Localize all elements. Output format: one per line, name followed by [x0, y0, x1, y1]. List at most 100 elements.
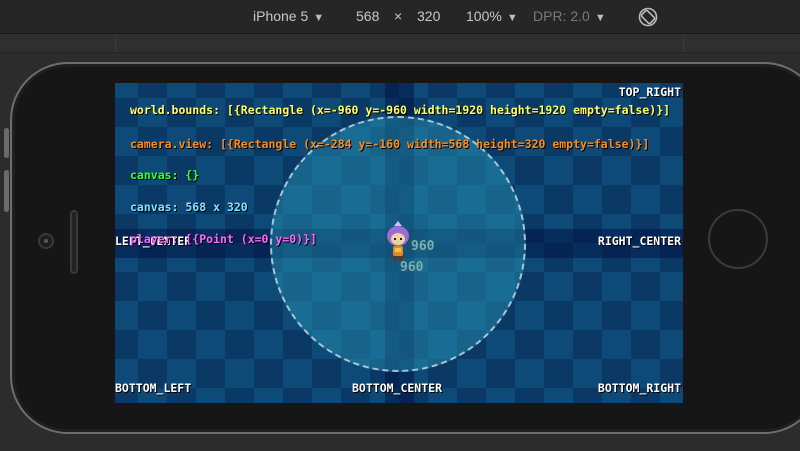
world-tile — [573, 301, 602, 330]
player-sprite — [387, 221, 409, 261]
home-button[interactable] — [708, 209, 768, 269]
world-tile — [196, 83, 225, 98]
world-tile — [196, 156, 225, 185]
world-tile — [196, 359, 225, 388]
world-tile — [486, 83, 515, 98]
world-tile — [225, 330, 254, 359]
label-right-center: RIGHT_CENTER — [597, 234, 681, 248]
world-size-number: 960 — [411, 239, 435, 254]
world-tile — [631, 185, 660, 214]
world-tile — [573, 156, 602, 185]
world-tile — [486, 359, 515, 388]
world-tile — [660, 156, 683, 185]
world-tile — [486, 330, 515, 359]
world-tile — [312, 83, 341, 98]
world-tile — [225, 83, 254, 98]
world-tile — [515, 83, 544, 98]
world-tile — [225, 388, 254, 403]
game-canvas[interactable]: TOP_RIGHT LEFT_CENTER RIGHT_CENTER BOTTO… — [115, 83, 683, 403]
world-tile — [544, 330, 573, 359]
world-tile — [254, 330, 283, 359]
world-tile — [631, 301, 660, 330]
world-tile — [312, 388, 341, 403]
width-field[interactable]: 568 — [356, 8, 379, 24]
world-tile — [138, 330, 167, 359]
speaker-grille — [70, 210, 78, 274]
world-tile — [544, 156, 573, 185]
world-tile — [544, 388, 573, 403]
mute-switch — [4, 128, 9, 158]
world-tile — [515, 359, 544, 388]
zoom-select-label: 100% — [466, 8, 502, 24]
dpr-select[interactable]: DPR: 2.0 ▼ — [533, 8, 606, 24]
world-tile — [602, 330, 631, 359]
world-tile — [254, 156, 283, 185]
chevron-down-icon: ▼ — [506, 12, 518, 24]
world-tile — [457, 359, 486, 388]
world-tile — [115, 330, 138, 359]
world-tile — [631, 330, 660, 359]
world-tile — [660, 185, 683, 214]
world-tile — [515, 388, 544, 403]
world-tile — [660, 330, 683, 359]
debug-camera-view: camera.view: [{Rectangle (x=-284 y=-160 … — [130, 137, 650, 151]
world-tile — [631, 272, 660, 301]
debug-player: player: [{Point (x=0 y=0)}] — [130, 232, 317, 246]
chevron-down-icon: ▼ — [313, 12, 325, 24]
rotate-icon[interactable] — [637, 6, 659, 28]
world-tile — [457, 388, 486, 403]
zoom-select[interactable]: 100% ▼ — [466, 8, 518, 24]
world-tile — [225, 272, 254, 301]
world-tile — [254, 83, 283, 98]
debug-canvas-size: canvas: 568 x 320 — [130, 200, 248, 214]
world-tile — [115, 83, 138, 98]
device-select[interactable]: iPhone 5 ▼ — [253, 8, 324, 24]
world-tile — [573, 185, 602, 214]
volume-up-button — [4, 170, 9, 212]
world-tile — [573, 83, 602, 98]
world-tile — [602, 272, 631, 301]
world-tile — [312, 359, 341, 388]
world-tile — [225, 301, 254, 330]
world-tile — [544, 301, 573, 330]
world-tile — [486, 388, 515, 403]
world-tile — [254, 388, 283, 403]
device-toolbar: iPhone 5 ▼ 568 × 320 100% ▼ DPR: 2.0 ▼ — [0, 0, 800, 34]
dimension-separator: × — [394, 8, 403, 24]
world-tile — [544, 83, 573, 98]
world-tile — [428, 83, 457, 98]
label-top-right: TOP_RIGHT — [618, 85, 681, 99]
world-tile — [115, 301, 138, 330]
world-tile — [515, 156, 544, 185]
world-tile — [660, 272, 683, 301]
world-tile — [254, 301, 283, 330]
world-tile — [167, 330, 196, 359]
world-tile — [138, 83, 167, 98]
chevron-down-icon: ▼ — [594, 12, 606, 24]
world-tile — [573, 272, 602, 301]
world-tile — [515, 301, 544, 330]
world-tile — [341, 83, 370, 98]
world-tile — [544, 185, 573, 214]
world-tile — [515, 330, 544, 359]
world-tile — [196, 272, 225, 301]
world-tile — [225, 156, 254, 185]
height-field[interactable]: 320 — [417, 8, 440, 24]
label-bottom-center: BOTTOM_CENTER — [352, 381, 443, 395]
world-tile — [115, 272, 138, 301]
device-select-label: iPhone 5 — [253, 8, 309, 24]
world-tile — [167, 301, 196, 330]
world-tile — [602, 156, 631, 185]
world-tile — [196, 330, 225, 359]
world-tile — [138, 301, 167, 330]
debug-canvas-object: canvas: {} — [130, 168, 200, 182]
world-tile — [283, 359, 312, 388]
world-tile — [602, 185, 631, 214]
world-tile — [196, 388, 225, 403]
world-tile — [138, 272, 167, 301]
world-tile — [167, 83, 196, 98]
world-tile — [631, 156, 660, 185]
world-tile — [254, 359, 283, 388]
ruler — [0, 34, 800, 53]
world-tile — [660, 127, 683, 156]
